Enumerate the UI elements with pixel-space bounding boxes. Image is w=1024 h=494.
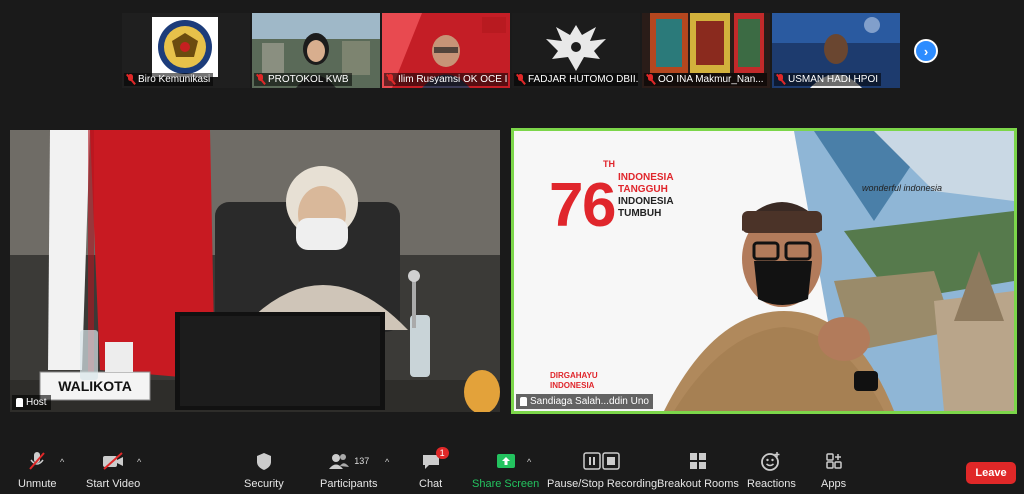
banner-line4: TUMBUH (618, 208, 662, 219)
active-speaker-tile[interactable]: 7 6 TH INDONESIA TANGGUH INDONESIA TUMBU… (511, 128, 1017, 414)
participants-count: 137 (354, 456, 370, 466)
muted-mic-icon (386, 74, 395, 85)
banner-footer: DIRGAHAYU INDONESIA (550, 371, 598, 391)
banner-line2: TANGGUH (618, 184, 668, 195)
reactions-button[interactable]: Reactions (747, 449, 796, 490)
share-screen-icon (495, 449, 517, 473)
participant-thumbnail[interactable]: OO INA Makmur_Nan... (642, 13, 770, 88)
participant-thumbnail[interactable]: Ilim Rusyamsi OK OCE I... (382, 13, 510, 88)
chat-button[interactable]: 1 Chat (419, 447, 449, 490)
banner-slogan: INDONESIA TANGGUH INDONESIA TUMBUH (618, 172, 674, 220)
smiley-icon (761, 449, 781, 473)
speaker-label-text: Sandiaga Salah...ddin Uno (530, 396, 649, 407)
banner-line1: INDONESIA (618, 172, 674, 183)
participant-thumbnail[interactable]: PROTOKOL KWB (252, 13, 380, 88)
share-options-chevron-icon[interactable]: ^ (527, 457, 531, 467)
chat-label: Chat (419, 478, 443, 490)
breakout-rooms-label: Breakout Rooms (657, 478, 739, 490)
chat-icon: 1 (421, 447, 449, 473)
banner-line3: INDONESIA (618, 196, 674, 207)
participants-button[interactable]: 137 Participants (320, 449, 377, 490)
muted-mic-icon (256, 74, 265, 85)
start-video-label: Start Video (86, 478, 141, 490)
host-label-text: Host (26, 397, 47, 408)
muted-mic-icon (646, 74, 655, 85)
pause-stop-recording-label: Pause/Stop Recording (547, 478, 658, 490)
wonderful-indonesia-logo: wonderful indonesia (862, 183, 943, 193)
share-screen-button[interactable]: Share Screen (472, 449, 539, 490)
pause-stop-icon (583, 449, 621, 473)
muted-mic-icon (516, 74, 525, 85)
security-label: Security (244, 478, 284, 490)
participants-options-chevron-icon[interactable]: ^ (385, 457, 389, 467)
reactions-label: Reactions (747, 478, 796, 490)
speaker-video: 7 6 (514, 131, 1014, 411)
nameplate: WALIKOTA (58, 378, 132, 394)
banner-footer1: DIRGAHAYU (550, 371, 598, 380)
breakout-rooms-button[interactable]: Breakout Rooms (657, 449, 739, 490)
chat-badge: 1 (435, 447, 449, 459)
participants-label: Participants (320, 478, 378, 490)
apps-icon (825, 449, 843, 473)
next-page-arrow-icon[interactable]: › (914, 39, 938, 63)
audio-options-chevron-icon[interactable]: ^ (60, 457, 64, 467)
banner-footer2: INDONESIA (550, 381, 595, 390)
host-video (10, 130, 500, 412)
participant-name: USMAN HADI HPOI (788, 74, 879, 85)
apps-label: Apps (821, 478, 847, 490)
leave-button[interactable]: Leave (966, 462, 1016, 484)
pin-icon (520, 397, 527, 406)
participant-name: Biro Kemunikasi (138, 74, 211, 85)
unmute-label: Unmute (18, 478, 57, 490)
participant-name: FADJAR HUTOMO DBII... (528, 74, 638, 85)
share-screen-label: Share Screen (472, 478, 540, 490)
unmute-button[interactable]: Unmute (18, 449, 57, 490)
participant-strip: Biro Kemunikasi PROTOKOL KWB Ilim Rusyam… (122, 13, 902, 88)
start-video-button[interactable]: Start Video (86, 449, 140, 490)
participant-name: OO INA Makmur_Nan... (658, 74, 764, 85)
breakout-rooms-icon (689, 449, 707, 473)
pause-stop-recording-button[interactable]: Pause/Stop Recording (547, 449, 657, 490)
video-options-chevron-icon[interactable]: ^ (137, 457, 141, 467)
host-tile-label: Host (12, 395, 51, 410)
security-button[interactable]: Security (244, 449, 284, 490)
participant-name: Ilim Rusyamsi OK OCE I... (398, 74, 508, 85)
participant-thumbnail[interactable]: USMAN HADI HPOI (772, 13, 900, 88)
svg-text:6: 6 (582, 171, 616, 240)
video-off-icon (101, 449, 125, 473)
participant-thumbnail[interactable]: FADJAR HUTOMO DBII... (512, 13, 640, 88)
speaker-tile-label: Sandiaga Salah...ddin Uno (516, 394, 653, 409)
participant-thumbnail[interactable]: Biro Kemunikasi (122, 13, 250, 88)
host-video-tile[interactable]: WALIKOTA Host (10, 130, 500, 412)
muted-mic-icon (126, 74, 135, 85)
meeting-toolbar: Unmute ^ Start Video ^ Security 137 Part… (0, 447, 1024, 494)
participant-name: PROTOKOL KWB (268, 74, 349, 85)
pin-icon (16, 398, 23, 407)
banner-th: TH (603, 159, 615, 169)
svg-text:7: 7 (549, 171, 583, 240)
muted-mic-icon (27, 449, 47, 473)
participants-icon: 137 (328, 449, 369, 473)
apps-button[interactable]: Apps (821, 449, 846, 490)
muted-mic-icon (776, 74, 785, 85)
shield-icon (255, 449, 273, 473)
